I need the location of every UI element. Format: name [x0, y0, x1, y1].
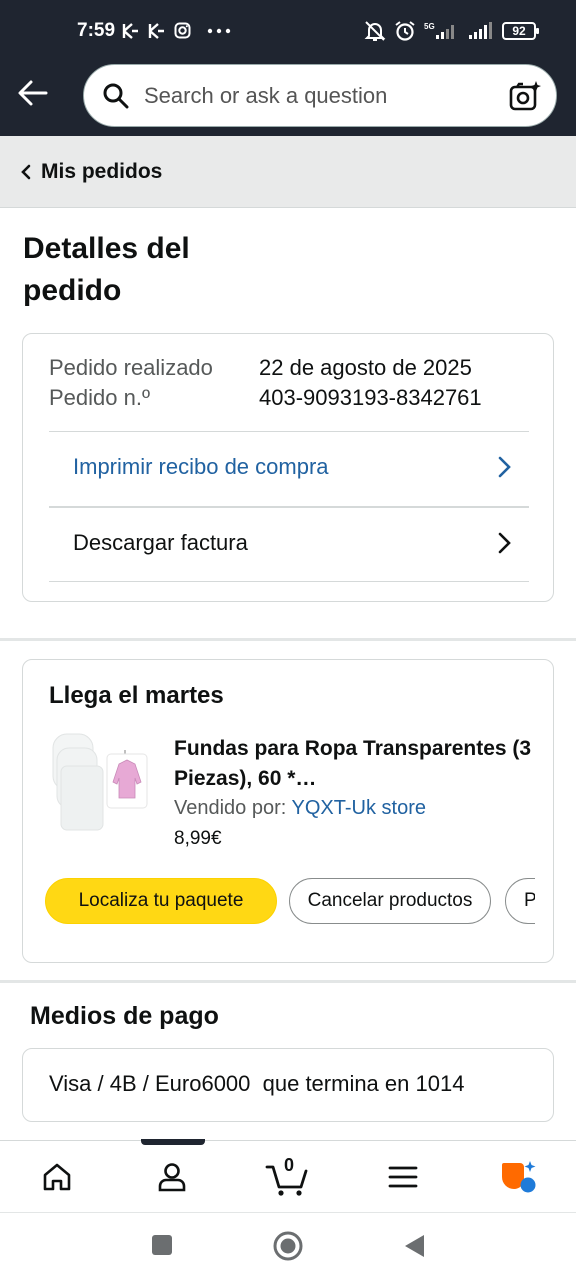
status-bar: 7:59 5G 92: [0, 0, 576, 62]
bottom-navigation: 0: [0, 1139, 576, 1212]
section-separator: [0, 980, 576, 983]
home-icon: [43, 1163, 71, 1191]
k-app-icon: [122, 22, 138, 39]
arrival-heading: Llega el martes: [49, 682, 224, 709]
rufus-assistant-icon: [502, 1161, 536, 1193]
svg-text:5G: 5G: [424, 22, 435, 31]
order-summary-card: Pedido realizado 22 de agosto de 2025 Pe…: [22, 333, 554, 602]
nav-menu[interactable]: [379, 1155, 427, 1199]
seller-link[interactable]: YQXT-Uk store: [292, 797, 426, 819]
download-invoice-label: Descargar factura: [73, 530, 248, 555]
seller-line: Vendido por: YQXT-Uk store: [174, 797, 426, 820]
sold-by-label: Vendido por:: [174, 797, 287, 819]
back-arrow-icon[interactable]: [16, 76, 50, 110]
product-title[interactable]: Fundas para Ropa Transparentes (3 Piezas…: [174, 734, 534, 794]
nav-account[interactable]: [148, 1155, 196, 1199]
print-receipt-link[interactable]: Imprimir recibo de compra: [49, 432, 529, 506]
nav-rufus[interactable]: [494, 1155, 542, 1199]
chevron-right-icon: [498, 532, 511, 554]
user-icon: [158, 1163, 186, 1192]
instagram-icon: [174, 22, 191, 39]
download-invoice-link[interactable]: Descargar factura: [49, 508, 529, 582]
cart-count: 0: [284, 1155, 295, 1175]
nav-cart[interactable]: 0: [262, 1155, 312, 1199]
k-app-icon: [148, 22, 164, 39]
print-receipt-label: Imprimir recibo de compra: [73, 454, 329, 479]
nav-home[interactable]: [33, 1155, 81, 1199]
search-icon: [103, 83, 129, 109]
ask-question-button[interactable]: Preg: [505, 878, 535, 924]
status-notification-icons: [122, 22, 231, 39]
home-button-icon[interactable]: [272, 1230, 304, 1262]
cancel-items-button[interactable]: Cancelar productos: [289, 878, 491, 924]
payment-heading: Medios de pago: [30, 1002, 219, 1030]
chevron-left-icon: [21, 164, 31, 180]
more-dots-icon: [207, 28, 231, 33]
back-button-icon[interactable]: [402, 1233, 426, 1259]
breadcrumb[interactable]: Mis pedidos: [0, 136, 576, 208]
breadcrumb-label[interactable]: Mis pedidos: [41, 160, 162, 184]
payment-method-card: Visa / 4B / Euro6000 que termina en 1014: [22, 1048, 554, 1122]
active-tab-indicator: [141, 1139, 205, 1145]
signal-5g-icon: 5G: [424, 22, 454, 39]
battery-icon: 92: [502, 22, 539, 40]
recent-apps-icon[interactable]: [150, 1233, 174, 1257]
status-system-icons: 5G 92: [364, 20, 539, 42]
product-price: 8,99€: [174, 828, 222, 849]
search-input[interactable]: [144, 79, 494, 113]
camera-search-icon[interactable]: [508, 79, 542, 113]
shipment-actions: Localiza tu paquete Cancelar productos P…: [45, 878, 535, 926]
top-bar: 7:59 5G 92: [0, 0, 576, 136]
section-separator: [0, 638, 576, 641]
search-bar[interactable]: [83, 64, 557, 127]
product-thumbnail[interactable]: [51, 732, 151, 832]
bell-off-icon: [364, 21, 386, 41]
alarm-icon: [395, 21, 415, 41]
order-placed-value: 22 de agosto de 2025: [259, 355, 472, 380]
order-number-value: 403-9093193-8342761: [259, 385, 482, 410]
page-title: Detalles del pedido: [23, 232, 190, 307]
track-package-button[interactable]: Localiza tu paquete: [45, 878, 277, 924]
chevron-right-icon: [498, 456, 511, 478]
payment-method: Visa / 4B / Euro6000 que termina en 1014: [49, 1071, 465, 1096]
system-navigation-bar: [0, 1212, 576, 1280]
signal-icon: [469, 22, 492, 39]
divider: [49, 581, 529, 582]
order-placed-label: Pedido realizado: [49, 355, 213, 380]
status-time: 7:59: [77, 20, 116, 41]
menu-icon: [388, 1166, 418, 1188]
shipment-card: Llega el martes Fundas para Ropa Transpa…: [22, 659, 554, 963]
order-number-label: Pedido n.º: [49, 385, 150, 410]
